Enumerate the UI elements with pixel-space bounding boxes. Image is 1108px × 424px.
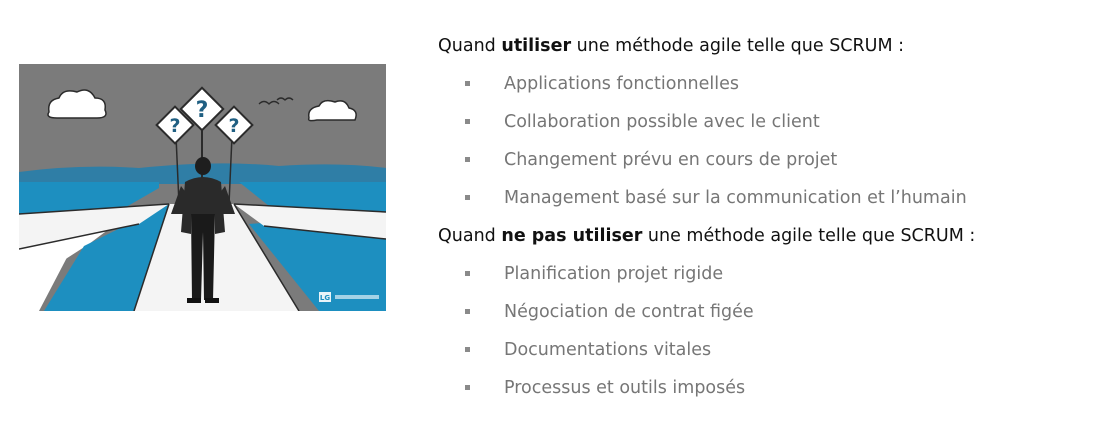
list-item: Applications fonctionnelles	[438, 65, 1098, 103]
svg-text:?: ?	[169, 115, 180, 137]
crossroads-illustration: ? ? ? LG	[19, 64, 386, 311]
bullet-icon	[465, 309, 470, 314]
svg-text:LG: LG	[320, 294, 330, 302]
list-item: Collaboration possible avec le client	[438, 103, 1098, 141]
list-item-text: Changement prévu en cours de projet	[504, 150, 838, 170]
bullet-icon	[465, 271, 470, 276]
list-item: Changement prévu en cours de projet	[438, 141, 1098, 179]
list-item-text: Documentations vitales	[504, 340, 712, 360]
list-item-text: Processus et outils imposés	[504, 378, 746, 398]
list-item: Documentations vitales	[438, 331, 1098, 369]
heading-when-to-use: Quand utiliser une méthode agile telle q…	[438, 27, 1098, 65]
list-item-text: Planification projet rigide	[504, 264, 724, 284]
bullet-icon	[465, 157, 470, 162]
when-not-to-use-list: Planification projet rigide Négociation …	[438, 255, 1098, 407]
heading-when-not-to-use: Quand ne pas utiliser une méthode agile …	[438, 217, 1098, 255]
svg-text:?: ?	[196, 98, 209, 123]
heading-suffix: une méthode agile telle que SCRUM :	[571, 36, 905, 56]
list-item: Processus et outils imposés	[438, 369, 1098, 407]
heading-emphasis: utiliser	[501, 36, 572, 56]
list-item: Management basé sur la communication et …	[438, 179, 1098, 217]
list-item-text: Négociation de contrat figée	[504, 302, 754, 322]
heading-emphasis: ne pas utiliser	[501, 226, 643, 246]
list-item-text: Management basé sur la communication et …	[504, 188, 967, 208]
scrum-usage-content: Quand utiliser une méthode agile telle q…	[438, 27, 1098, 407]
list-item-text: Applications fonctionnelles	[504, 74, 740, 94]
when-to-use-list: Applications fonctionnelles Collaboratio…	[438, 65, 1098, 217]
heading-suffix: une méthode agile telle que SCRUM :	[642, 226, 976, 246]
list-item-text: Collaboration possible avec le client	[504, 112, 820, 132]
list-item: Négociation de contrat figée	[438, 293, 1098, 331]
list-item: Planification projet rigide	[438, 255, 1098, 293]
svg-text:?: ?	[228, 115, 239, 137]
heading-prefix: Quand	[438, 36, 502, 56]
bullet-icon	[465, 119, 470, 124]
bullet-icon	[465, 385, 470, 390]
bullet-icon	[465, 347, 470, 352]
bullet-icon	[465, 195, 470, 200]
bullet-icon	[465, 81, 470, 86]
heading-prefix: Quand	[438, 226, 502, 246]
